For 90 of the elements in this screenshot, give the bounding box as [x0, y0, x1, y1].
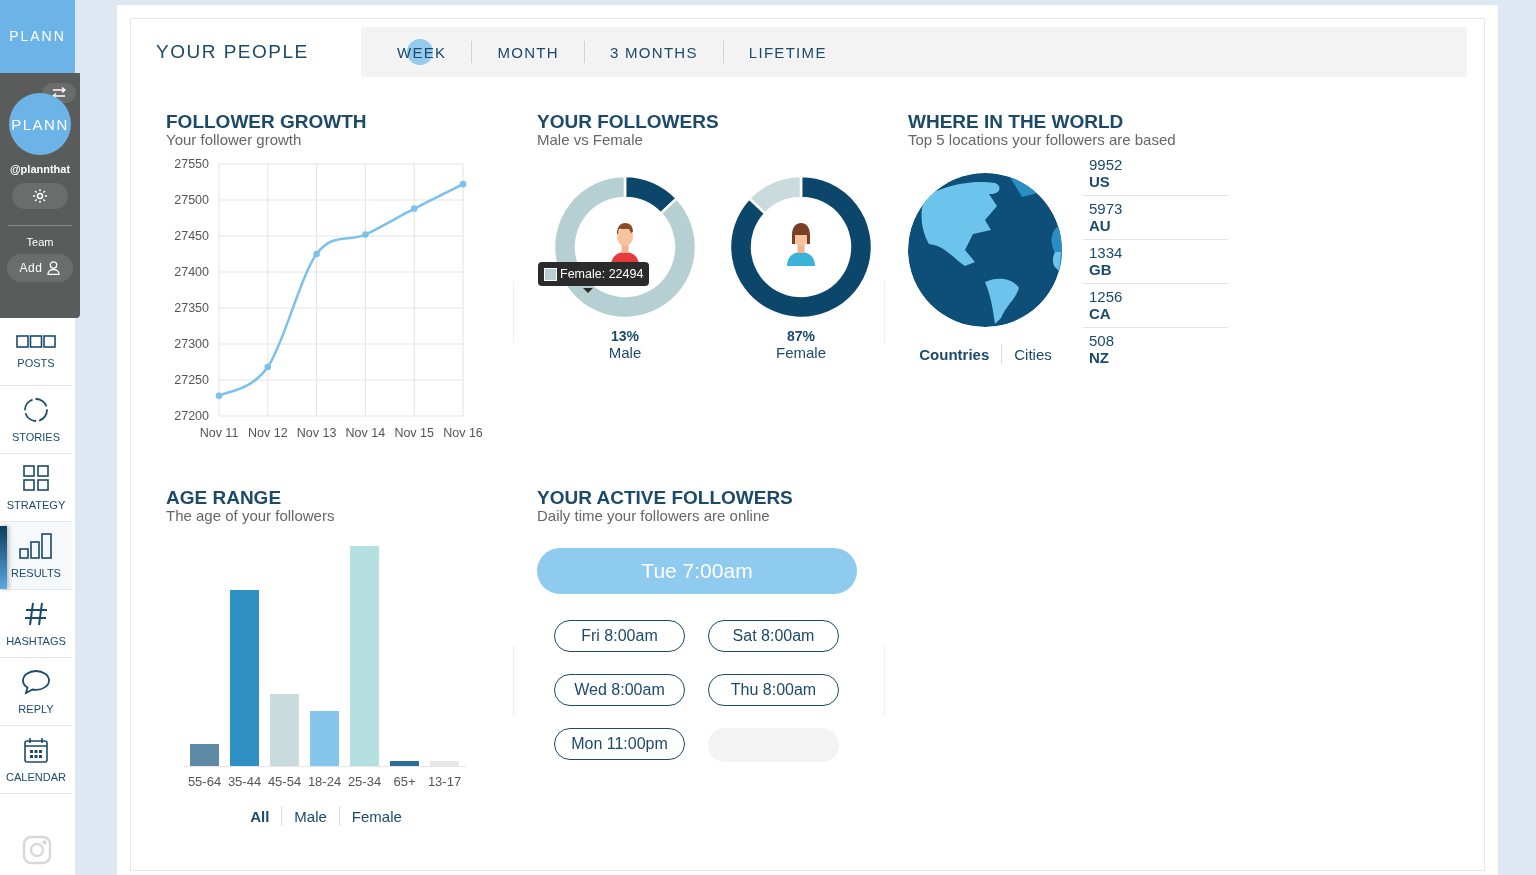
x-tick-label: Nov 11 [199, 426, 239, 440]
age-bar [390, 761, 419, 766]
section-subtitle: Male vs Female [537, 132, 644, 148]
country-code: AU [1089, 217, 1112, 234]
data-point [362, 231, 369, 238]
section-title: YOUR FOLLOWERS [537, 112, 720, 132]
age-label: 25-34 [347, 774, 382, 789]
y-tick-label: 27300 [174, 337, 209, 351]
percent-value: 13% [611, 328, 639, 344]
x-tick-label: Nov 14 [345, 426, 386, 440]
grid-icon [16, 334, 56, 349]
country-code: CA [1089, 305, 1112, 322]
grid-icon [23, 464, 49, 491]
follower-count: 1256 [1089, 288, 1124, 305]
follower-count: 5973 [1089, 200, 1124, 217]
add-team-button[interactable]: Add [7, 254, 73, 282]
gender-filter[interactable]: All [250, 807, 270, 825]
data-point [215, 392, 223, 400]
person-icon [47, 261, 61, 275]
section-title: YOUR ACTIVE FOLLOWERS [537, 488, 794, 508]
section-title: FOLLOWER GROWTH [166, 112, 368, 132]
speech-bubble-icon [21, 668, 51, 695]
globe-icon [906, 172, 1063, 328]
section-subtitle: Daily time your followers are online [537, 508, 771, 524]
gender-filter[interactable]: Female [351, 807, 402, 825]
gender-label: Male [608, 344, 642, 361]
nav-item[interactable]: RESULTS [0, 522, 72, 590]
section-title: WHERE IN THE WORLD [908, 112, 1125, 132]
gender-filter[interactable]: Male [294, 807, 327, 825]
section-subtitle: Your follower growth [166, 132, 303, 148]
y-tick-label: 27500 [174, 193, 209, 207]
calendar-icon [24, 736, 48, 763]
swap-icon [52, 87, 66, 99]
location-toggle[interactable]: Cities [1014, 345, 1052, 363]
settings-icon [32, 188, 48, 204]
country-code: NZ [1089, 349, 1110, 366]
y-tick-label: 27350 [174, 301, 209, 315]
age-label: 18-24 [307, 774, 342, 789]
nav-item[interactable]: CALENDAR [0, 726, 72, 794]
nav-item[interactable]: STORIES [0, 386, 72, 454]
age-label: 65+ [393, 774, 416, 789]
gender-label: Female [776, 344, 826, 361]
y-tick-label: 27250 [174, 373, 209, 387]
y-tick-label: 27200 [174, 409, 209, 423]
percent-value: 87% [787, 328, 815, 344]
nav-item[interactable]: POSTS [0, 318, 72, 386]
age-label: 45-54 [267, 774, 302, 789]
age-label: 55-64 [187, 774, 222, 789]
follower-count: 1334 [1089, 244, 1124, 261]
account-handle: @plannthat [9, 163, 71, 175]
page-title: YOUR PEOPLE [156, 41, 310, 63]
y-tick-label: 27450 [174, 229, 209, 243]
country-code: US [1089, 173, 1111, 190]
period-tab[interactable]: LIFETIME [748, 43, 827, 61]
age-bar [270, 694, 299, 766]
section-subtitle: Top 5 locations your followers are based [908, 132, 1177, 148]
location-toggle[interactable]: Countries [919, 345, 990, 363]
section-subtitle: The age of your followers [166, 508, 336, 524]
x-tick-label: Nov 16 [443, 426, 483, 440]
settings-button[interactable] [12, 183, 68, 209]
x-tick-label: Nov 13 [296, 426, 337, 440]
person-figure-icon [785, 220, 817, 266]
age-bar [190, 744, 219, 766]
age-bar [310, 711, 339, 766]
country-code: GB [1089, 261, 1113, 278]
nav-item[interactable]: HASHTAGS [0, 590, 72, 658]
tooltip-pointer [583, 288, 593, 293]
nav-item[interactable]: REPLY [0, 658, 72, 726]
y-tick-label: 27400 [174, 265, 209, 279]
peak-time-highlight: Tue 7:00am [537, 548, 857, 594]
x-tick-label: Nov 12 [248, 426, 288, 440]
data-point [313, 250, 320, 258]
bar-chart-icon [19, 532, 53, 559]
data-point [264, 363, 272, 371]
period-tab[interactable]: MONTH [497, 43, 559, 61]
tooltip: Female: 22494 [538, 262, 650, 286]
y-tick-label: 27550 [174, 157, 209, 171]
age-label: 35-44 [227, 774, 262, 789]
follower-count: 9952 [1089, 156, 1124, 173]
team-label: Team [26, 236, 54, 248]
data-point [410, 205, 418, 212]
data-point [459, 180, 467, 188]
follower-count: 508 [1089, 332, 1116, 349]
section-title: AGE RANGE [166, 488, 283, 508]
x-tick-label: Nov 15 [394, 426, 434, 440]
selection-indicator [0, 526, 7, 589]
period-tab[interactable]: 3 MONTHS [609, 43, 698, 61]
hashtag-icon [23, 600, 49, 627]
dashed-circle-icon [23, 396, 49, 423]
age-label: 13-17 [427, 774, 462, 789]
